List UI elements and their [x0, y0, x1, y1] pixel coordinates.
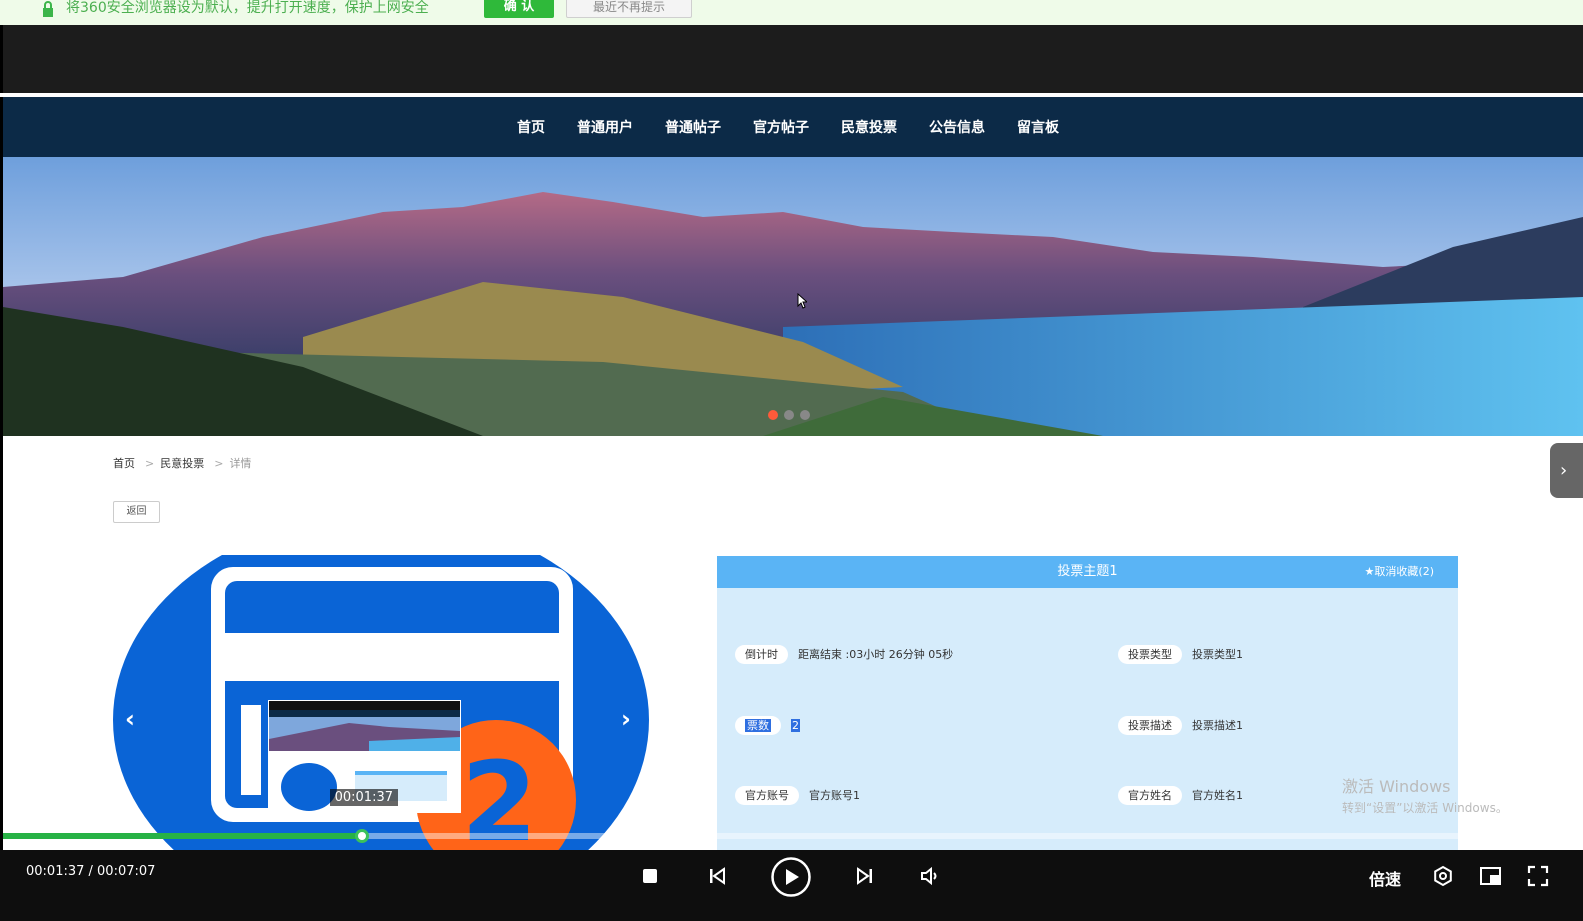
lock-icon — [43, 1, 53, 17]
vote-title: 投票主题1 — [1057, 564, 1118, 579]
official-account-label: 官方账号 — [735, 785, 799, 805]
progress-fill — [3, 833, 362, 839]
web-page: 首页 普通用户 普通帖子 官方帖子 民意投票 公告信息 留言板 首页 > 民意投… — [3, 97, 1583, 850]
vote-desc-field: 投票描述 投票描述1 — [1118, 715, 1243, 735]
nav-item[interactable]: 普通帖子 — [665, 117, 721, 137]
settings-icon[interactable] — [1432, 865, 1454, 887]
watermark-line2: 转到“设置”以激活 Windows。 — [1342, 801, 1508, 815]
vote-type-value: 投票类型1 — [1192, 648, 1243, 661]
back-button[interactable]: 返回 — [113, 501, 160, 523]
countdown-value: 距离结束 :03小时 26分钟 05秒 — [798, 648, 954, 661]
notification-message: 将360安全浏览器设为默认，提升打开速度，保护上网安全 — [66, 0, 429, 16]
stop-icon[interactable] — [641, 867, 659, 885]
mouse-cursor-icon — [797, 293, 807, 309]
player-controls: 00:01:37 / 00:07:07 倍速 — [0, 850, 1583, 921]
confirm-button[interactable]: 确 认 — [484, 0, 554, 18]
favorite-button[interactable]: ★取消收藏(2) — [1365, 556, 1434, 588]
vote-type-field: 投票类型 投票类型1 — [1118, 644, 1243, 664]
breadcrumb-current: 详情 — [229, 457, 252, 470]
breadcrumb-section[interactable]: 民意投票 — [160, 457, 204, 470]
chevron-left-icon[interactable]: ‹ — [125, 705, 135, 733]
carousel-dot[interactable] — [800, 410, 810, 420]
chevron-right-icon[interactable]: › — [621, 705, 631, 733]
speed-button[interactable]: 倍速 — [1369, 866, 1401, 890]
watermark-line1: 激活 Windows — [1342, 777, 1451, 796]
official-name-label: 官方姓名 — [1118, 785, 1182, 805]
nav-item[interactable]: 普通用户 — [577, 117, 633, 137]
detail-header: 投票主题1 ★取消收藏(2) — [717, 556, 1458, 588]
progress-bar[interactable] — [3, 829, 1583, 843]
nav-item[interactable]: 留言板 — [1017, 117, 1059, 137]
carousel-dot[interactable] — [784, 410, 794, 420]
banner-image — [3, 157, 1583, 436]
video-top-bar — [3, 25, 1583, 93]
top-navigation: 首页 普通用户 普通帖子 官方帖子 民意投票 公告信息 留言板 — [3, 97, 1583, 157]
vote-type-label: 投票类型 — [1118, 644, 1182, 664]
dismiss-button[interactable]: 最近不再提示 — [566, 0, 692, 18]
breadcrumb: 首页 > 民意投票 > 详情 — [113, 455, 255, 471]
official-account-value: 官方账号1 — [809, 789, 860, 802]
carousel-dot[interactable] — [768, 410, 778, 420]
breadcrumb-separator: > — [214, 457, 224, 470]
nav-item[interactable]: 首页 — [517, 117, 545, 137]
breadcrumb-home[interactable]: 首页 — [113, 457, 135, 470]
vote-desc-label: 投票描述 — [1118, 715, 1182, 735]
fullscreen-icon[interactable] — [1527, 865, 1549, 887]
progress-handle[interactable] — [355, 829, 369, 843]
nav-item[interactable]: 公告信息 — [929, 117, 985, 137]
official-name-value: 官方姓名1 — [1192, 789, 1243, 802]
banner-carousel — [3, 157, 1583, 436]
windows-activation-watermark: 激活 Windows 转到“设置”以激活 Windows。 — [1342, 773, 1508, 816]
play-icon[interactable] — [770, 856, 812, 898]
votes-value: 2 — [791, 718, 800, 732]
chevron-right-icon: › — [1560, 460, 1568, 481]
votes-field: 票数 2 — [735, 715, 800, 735]
time-display: 00:01:37 / 00:07:07 — [26, 864, 156, 879]
pip-icon[interactable] — [1479, 865, 1503, 887]
countdown-label: 倒计时 — [735, 644, 788, 664]
preview-time: 00:01:37 — [329, 789, 398, 806]
previous-icon[interactable] — [707, 866, 727, 886]
votes-label: 票数 — [735, 715, 781, 735]
volume-icon[interactable] — [920, 866, 942, 886]
seek-preview-thumbnail: 00:01:37 — [268, 700, 461, 813]
side-expand-tab[interactable]: › — [1550, 443, 1583, 498]
countdown-field: 倒计时 距离结束 :03小时 26分钟 05秒 — [735, 644, 953, 664]
browser-notification-bar: 将360安全浏览器设为默认，提升打开速度，保护上网安全 确 认 最近不再提示 — [0, 0, 1583, 25]
official-account-field: 官方账号 官方账号1 — [735, 785, 860, 805]
vote-desc-value: 投票描述1 — [1192, 719, 1243, 732]
nav-item[interactable]: 民意投票 — [841, 117, 897, 137]
next-icon[interactable] — [855, 866, 875, 886]
breadcrumb-separator: > — [145, 457, 155, 470]
official-name-field: 官方姓名 官方姓名1 — [1118, 785, 1243, 805]
nav-item[interactable]: 官方帖子 — [753, 117, 809, 137]
carousel-indicators — [768, 410, 810, 420]
